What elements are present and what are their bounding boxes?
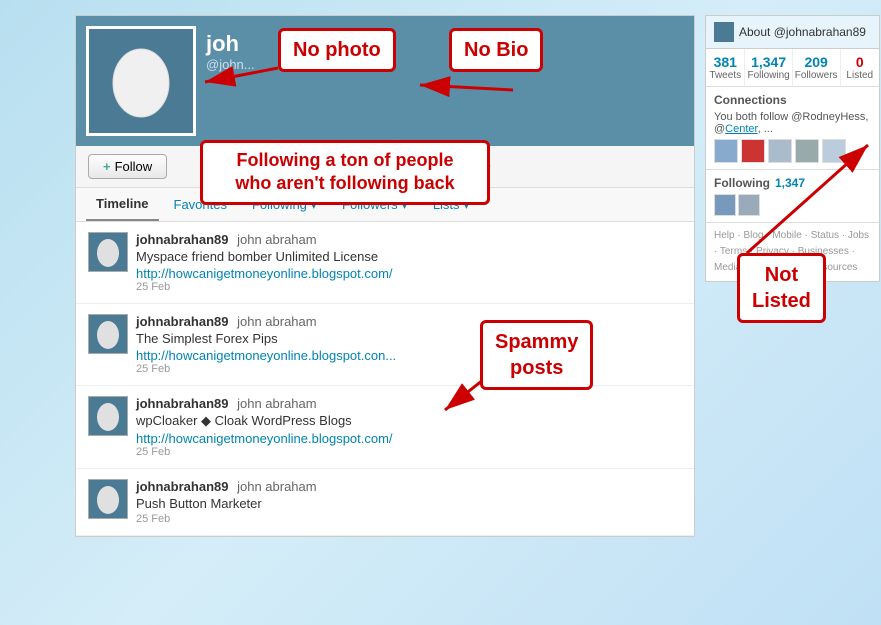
annotation-spammy: Spammyposts xyxy=(480,320,593,390)
tweet-date: 25 Feb xyxy=(136,363,682,375)
right-sidebar: About @johnabrahan89 381 Tweets 1,347 Fo… xyxy=(705,15,880,282)
tweet-avatar xyxy=(88,396,128,436)
annotation-no-bio: No Bio xyxy=(449,28,543,72)
annotation-not-listed: NotListed xyxy=(737,253,826,323)
tweet-content: johnabrahan89 john abraham Push Button M… xyxy=(136,479,682,525)
about-label: About @johnabrahan89 xyxy=(739,25,866,39)
conn-avatar-4 xyxy=(795,139,819,163)
sidebar-about-header: About @johnabrahan89 xyxy=(706,16,879,49)
following-label: Following xyxy=(747,70,789,81)
tweet-date: 25 Feb xyxy=(136,446,682,458)
stats-row: 381 Tweets 1,347 Following 209 Followers… xyxy=(706,49,879,87)
connections-section: Connections You both follow @RodneyHess,… xyxy=(706,87,879,170)
tweet-item: johnabrahan89 john abraham wpCloaker ◆ C… xyxy=(76,386,694,469)
tweet-text: wpCloaker ◆ Cloak WordPress Blogs xyxy=(136,413,682,429)
tweet-content: johnabrahan89 john abraham wpCloaker ◆ C… xyxy=(136,396,682,458)
listed-label: Listed xyxy=(843,70,877,81)
tweet-text: Push Button Marketer xyxy=(136,496,682,511)
tweet-egg-icon xyxy=(94,483,122,515)
connections-text: You both follow @RodneyHess, @Center, ..… xyxy=(714,111,871,135)
twitter-profile-page: joh @john... + Follow Timeline Favorites… xyxy=(75,15,695,537)
sidebar-avatar-icon xyxy=(714,22,734,42)
connections-avatars xyxy=(714,139,871,163)
tweet-avatar xyxy=(88,314,128,354)
follow-label: Follow xyxy=(115,159,153,174)
tweet-date: 25 Feb xyxy=(136,281,682,293)
followers-count: 209 xyxy=(795,54,838,70)
stat-following: 1,347 Following xyxy=(745,49,792,86)
conn-avatar-1 xyxy=(714,139,738,163)
tweet-meta: johnabrahan89 john abraham xyxy=(136,479,682,494)
tweet-item: johnabrahan89 john abraham The Simplest … xyxy=(76,304,694,386)
fol-avatar xyxy=(738,194,760,216)
tweet-list: johnabrahan89 john abraham Myspace frien… xyxy=(76,222,694,536)
tweet-link[interactable]: http://howcanigetmoneyonline.blogspot.co… xyxy=(136,431,682,446)
tweet-meta: johnabrahan89 john abraham xyxy=(136,396,682,411)
annotation-following-ton: Following a ton of peoplewho aren't foll… xyxy=(200,140,490,205)
conn-avatar-3 xyxy=(768,139,792,163)
conn-avatar-5 xyxy=(822,139,846,163)
plus-icon: + xyxy=(103,159,111,174)
stat-listed: 0 Listed xyxy=(841,49,879,86)
stat-tweets: 381 Tweets xyxy=(706,49,745,86)
egg-avatar-icon xyxy=(106,41,176,121)
fol-avatar xyxy=(714,194,736,216)
conn-avatar-2 xyxy=(741,139,765,163)
following-count: 1,347 xyxy=(747,54,789,70)
follow-button[interactable]: + Follow xyxy=(88,154,167,179)
following-section: Following 1,347 xyxy=(706,170,879,223)
connections-title: Connections xyxy=(714,93,871,107)
annotation-no-photo: No photo xyxy=(278,28,396,72)
tweet-item: johnabrahan89 john abraham Push Button M… xyxy=(76,469,694,536)
tab-timeline[interactable]: Timeline xyxy=(86,188,159,221)
following-avatars xyxy=(714,194,871,216)
tweet-text: The Simplest Forex Pips xyxy=(136,331,682,346)
tweet-content: johnabrahan89 john abraham The Simplest … xyxy=(136,314,682,375)
listed-count: 0 xyxy=(843,54,877,70)
tweet-meta: johnabrahan89 john abraham xyxy=(136,314,682,329)
profile-avatar xyxy=(86,26,196,136)
tweet-date: 25 Feb xyxy=(136,513,682,525)
tweet-egg-icon xyxy=(94,318,122,350)
followers-label: Followers xyxy=(795,70,838,81)
tweet-meta: johnabrahan89 john abraham xyxy=(136,232,682,247)
tweet-avatar xyxy=(88,232,128,272)
tweet-item: johnabrahan89 john abraham Myspace frien… xyxy=(76,222,694,304)
tweet-link[interactable]: http://howcanigetmoneyonline.blogspot.co… xyxy=(136,348,682,363)
tweet-avatar xyxy=(88,479,128,519)
tweet-egg-icon xyxy=(94,236,122,268)
tweet-link[interactable]: http://howcanigetmoneyonline.blogspot.co… xyxy=(136,266,682,281)
stat-followers: 209 Followers xyxy=(793,49,841,86)
following-sidebar-count: 1,347 xyxy=(775,176,805,190)
tweets-label: Tweets xyxy=(708,70,742,81)
tweets-count: 381 xyxy=(708,54,742,70)
tweet-content: johnabrahan89 john abraham Myspace frien… xyxy=(136,232,682,293)
following-title: Following 1,347 xyxy=(714,176,871,190)
tweet-egg-icon xyxy=(94,400,122,432)
tweet-text: Myspace friend bomber Unlimited License xyxy=(136,249,682,264)
